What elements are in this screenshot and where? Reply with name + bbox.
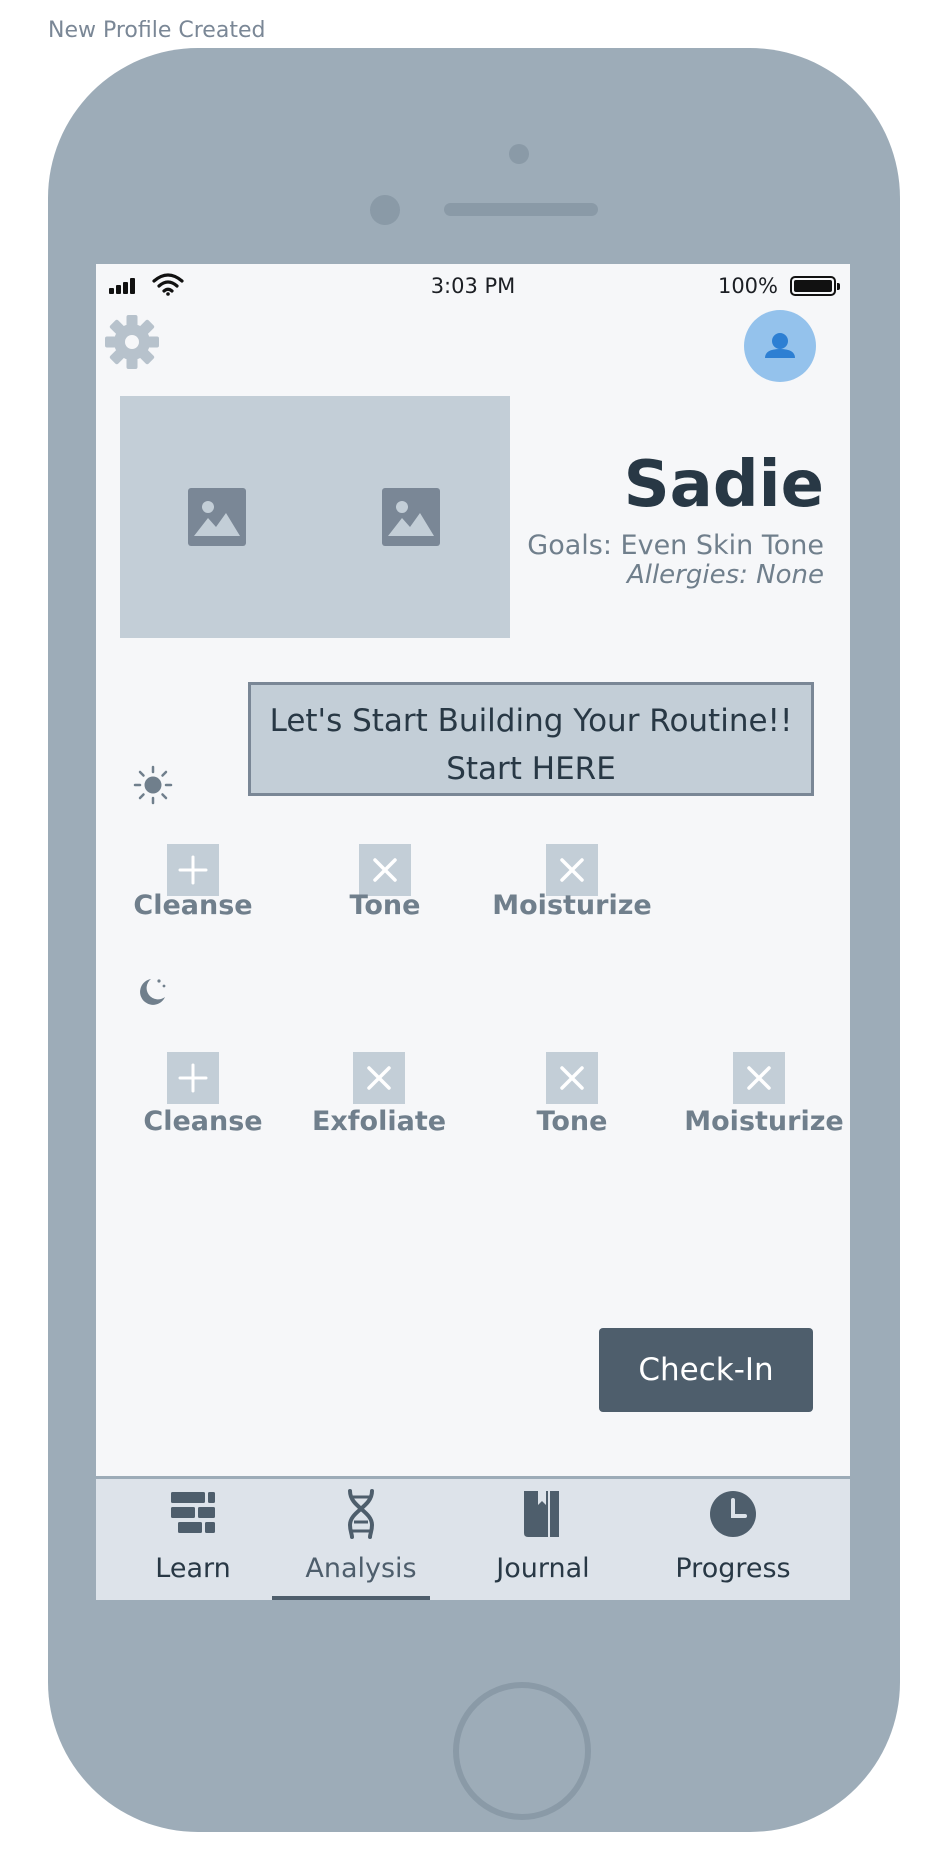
check-in-button[interactable]: Check-In (599, 1328, 813, 1412)
user-icon (765, 333, 795, 358)
close-icon (560, 858, 584, 882)
plus-icon (178, 1063, 208, 1093)
night-cleanse-add-button[interactable] (167, 1052, 219, 1104)
tab-progress[interactable]: Progress (648, 1479, 818, 1600)
battery-percent: 100% (717, 274, 778, 298)
clock-icon (710, 1491, 756, 1537)
moon-icon (140, 979, 166, 1005)
start-routine-button[interactable]: Let's Start Building Your Routine!! Star… (248, 682, 814, 796)
tab-journal-label: Journal (496, 1553, 590, 1584)
night-tone-remove-button[interactable] (546, 1052, 598, 1104)
home-button[interactable] (453, 1682, 591, 1820)
earpiece-speaker (444, 203, 598, 216)
cta-line-2: Start HERE (446, 751, 616, 787)
image-icon (382, 488, 440, 546)
bottom-tab-bar: Learn Analysis Journal Progress (96, 1476, 850, 1600)
tab-learn-label: Learn (155, 1553, 231, 1584)
close-icon (367, 1066, 391, 1090)
status-bar: 3:03 PM 100% (96, 264, 850, 306)
morning-tone-remove-button[interactable] (359, 844, 411, 896)
night-tone-label: Tone (536, 1106, 608, 1137)
profile-allergies: Allergies: None (626, 560, 824, 590)
battery-icon (790, 276, 840, 296)
night-moisturize-remove-button[interactable] (733, 1052, 785, 1104)
morning-moisturize-remove-button[interactable] (546, 844, 598, 896)
journal-icon (524, 1491, 559, 1537)
tab-journal[interactable]: Journal (458, 1479, 628, 1600)
night-cleanse-label: Cleanse (143, 1106, 263, 1137)
plus-icon (178, 855, 208, 885)
skin-photo-placeholder[interactable] (120, 396, 510, 638)
morning-cleanse-label: Cleanse (133, 890, 253, 921)
close-icon (747, 1066, 771, 1090)
tab-analysis-label: Analysis (305, 1553, 417, 1584)
page-caption: New Profile Created (48, 18, 266, 43)
tab-analysis[interactable]: Analysis (276, 1479, 446, 1600)
dna-icon (347, 1489, 375, 1539)
morning-moisturize-label: Moisturize (492, 890, 652, 921)
profile-avatar[interactable] (744, 310, 816, 382)
night-moisturize-label: Moisturize (684, 1106, 844, 1137)
settings-gear-icon[interactable] (102, 312, 162, 372)
morning-cleanse-add-button[interactable] (167, 844, 219, 896)
close-icon (373, 858, 397, 882)
image-icon (188, 488, 246, 546)
active-tab-indicator (272, 1596, 430, 1600)
close-icon (560, 1066, 584, 1090)
sun-icon (133, 765, 173, 805)
front-camera-dot (509, 144, 529, 164)
books-icon (171, 1492, 215, 1533)
app-screen: 3:03 PM 100% Sadie Goals: Even Skin Tone… (96, 264, 850, 1600)
morning-tone-label: Tone (349, 890, 421, 921)
tab-progress-label: Progress (675, 1553, 791, 1584)
cta-line-1: Let's Start Building Your Routine!! (269, 703, 793, 739)
front-camera-lens (370, 195, 400, 225)
night-exfoliate-label: Exfoliate (311, 1106, 447, 1137)
night-exfoliate-remove-button[interactable] (353, 1052, 405, 1104)
profile-goals: Goals: Even Skin Tone (527, 530, 824, 561)
profile-name: Sadie (623, 448, 824, 522)
tab-learn[interactable]: Learn (108, 1479, 278, 1600)
